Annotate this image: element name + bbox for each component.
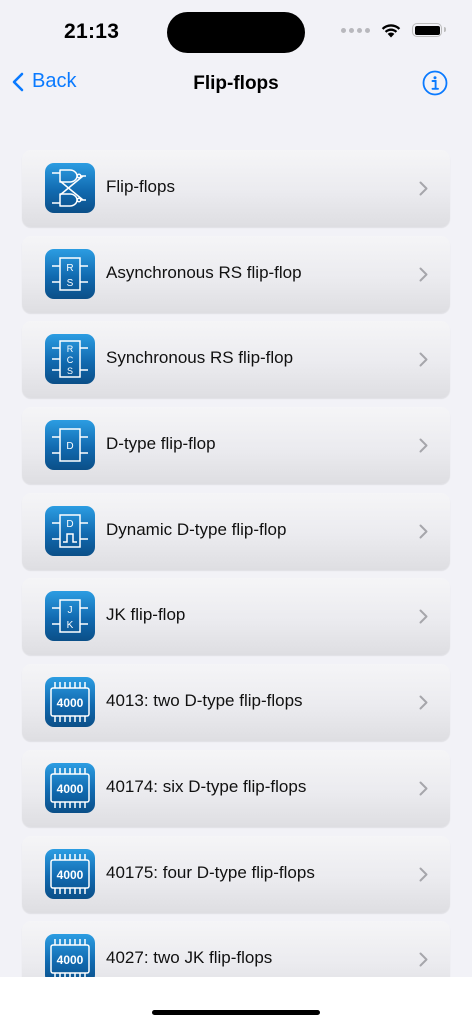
status-time: 21:13	[64, 20, 120, 43]
cellular-signal-icon	[341, 27, 370, 33]
chip-4000-icon: 4000	[45, 677, 95, 728]
block-letter: R	[67, 344, 74, 354]
list-item-asynchronous-rs[interactable]: R S Asynchronous RS flip-flop	[22, 235, 450, 313]
list-item-label: 4013: two D-type flip-flops	[106, 691, 303, 711]
chevron-right-icon	[419, 952, 428, 967]
chip-text: 4000	[57, 868, 84, 882]
list-item-label: Dynamic D-type flip-flop	[106, 519, 287, 539]
chevron-right-icon	[419, 438, 428, 453]
jk-block-icon: J K	[45, 591, 95, 642]
chevron-right-icon	[419, 181, 428, 196]
list-item-label: 40175: four D-type flip-flops	[106, 862, 315, 882]
dynamic-d-block-icon: D	[45, 505, 95, 556]
rs-block-icon: R S	[45, 248, 95, 299]
status-bar: 21:13	[0, 0, 472, 60]
list-item-dynamic-d-type[interactable]: D Dynamic D-type flip-flop	[22, 492, 450, 570]
flip-flop-gates-icon	[45, 163, 95, 213]
list-item-d-type[interactable]: D D-type flip-flop	[22, 407, 450, 485]
dynamic-island	[167, 12, 305, 53]
block-letter: R	[66, 263, 73, 274]
chip-text: 4000	[57, 696, 84, 710]
list-item-synchronous-rs[interactable]: R C S Synchronous RS flip-flop	[22, 321, 450, 399]
list-item-label: 40174: six D-type flip-flops	[106, 776, 307, 796]
status-icons	[341, 22, 446, 38]
list-item-label: Asynchronous RS flip-flop	[106, 262, 302, 282]
chevron-right-icon	[419, 352, 428, 367]
list-item-label: 4027: two JK flip-flops	[106, 948, 273, 968]
topic-list: Flip-flops R S Asynchronous RS flip-flop…	[22, 150, 450, 1007]
block-letter: D	[66, 519, 73, 530]
battery-icon	[412, 23, 446, 37]
info-button[interactable]	[422, 70, 448, 101]
home-indicator-area	[0, 977, 472, 1024]
home-indicator[interactable]	[152, 1010, 320, 1015]
list-item-label: Synchronous RS flip-flop	[106, 348, 294, 368]
rcs-block-icon: R C S	[45, 334, 95, 385]
list-item-40174[interactable]: 4000 40174: six D-type flip-flops	[22, 749, 450, 827]
list-item-jk[interactable]: J K JK flip-flop	[22, 578, 450, 656]
list-item-label: JK flip-flop	[106, 605, 186, 625]
chevron-right-icon	[419, 781, 428, 796]
chip-text: 4000	[57, 782, 84, 796]
wifi-icon	[381, 24, 401, 38]
list-item-4013[interactable]: 4000 4013: two D-type flip-flops	[22, 664, 450, 742]
list-item-flip-flops[interactable]: Flip-flops	[22, 150, 450, 227]
block-letter: J	[68, 605, 73, 616]
chevron-right-icon	[419, 695, 428, 710]
chip-text: 4000	[57, 953, 84, 967]
list-item-label: D-type flip-flop	[106, 434, 216, 454]
block-letter: C	[67, 355, 74, 365]
block-letter: D	[66, 441, 73, 452]
chip-4000-icon: 4000	[45, 848, 95, 899]
chevron-right-icon	[419, 609, 428, 624]
page-title: Flip-flops	[193, 73, 279, 94]
list-item-40175[interactable]: 4000 40175: four D-type flip-flops	[22, 835, 450, 913]
block-letter: K	[67, 620, 74, 631]
d-block-icon: D	[45, 420, 95, 471]
list-item-label: Flip-flops	[106, 177, 175, 196]
block-letter: S	[67, 278, 74, 289]
info-icon	[422, 70, 448, 96]
chevron-right-icon	[419, 267, 428, 282]
navigation-bar: Back Flip-flops	[0, 62, 472, 106]
chevron-right-icon	[419, 867, 428, 881]
block-letter: S	[67, 366, 73, 376]
chip-4000-icon: 4000	[45, 762, 95, 813]
chevron-right-icon	[419, 524, 428, 539]
